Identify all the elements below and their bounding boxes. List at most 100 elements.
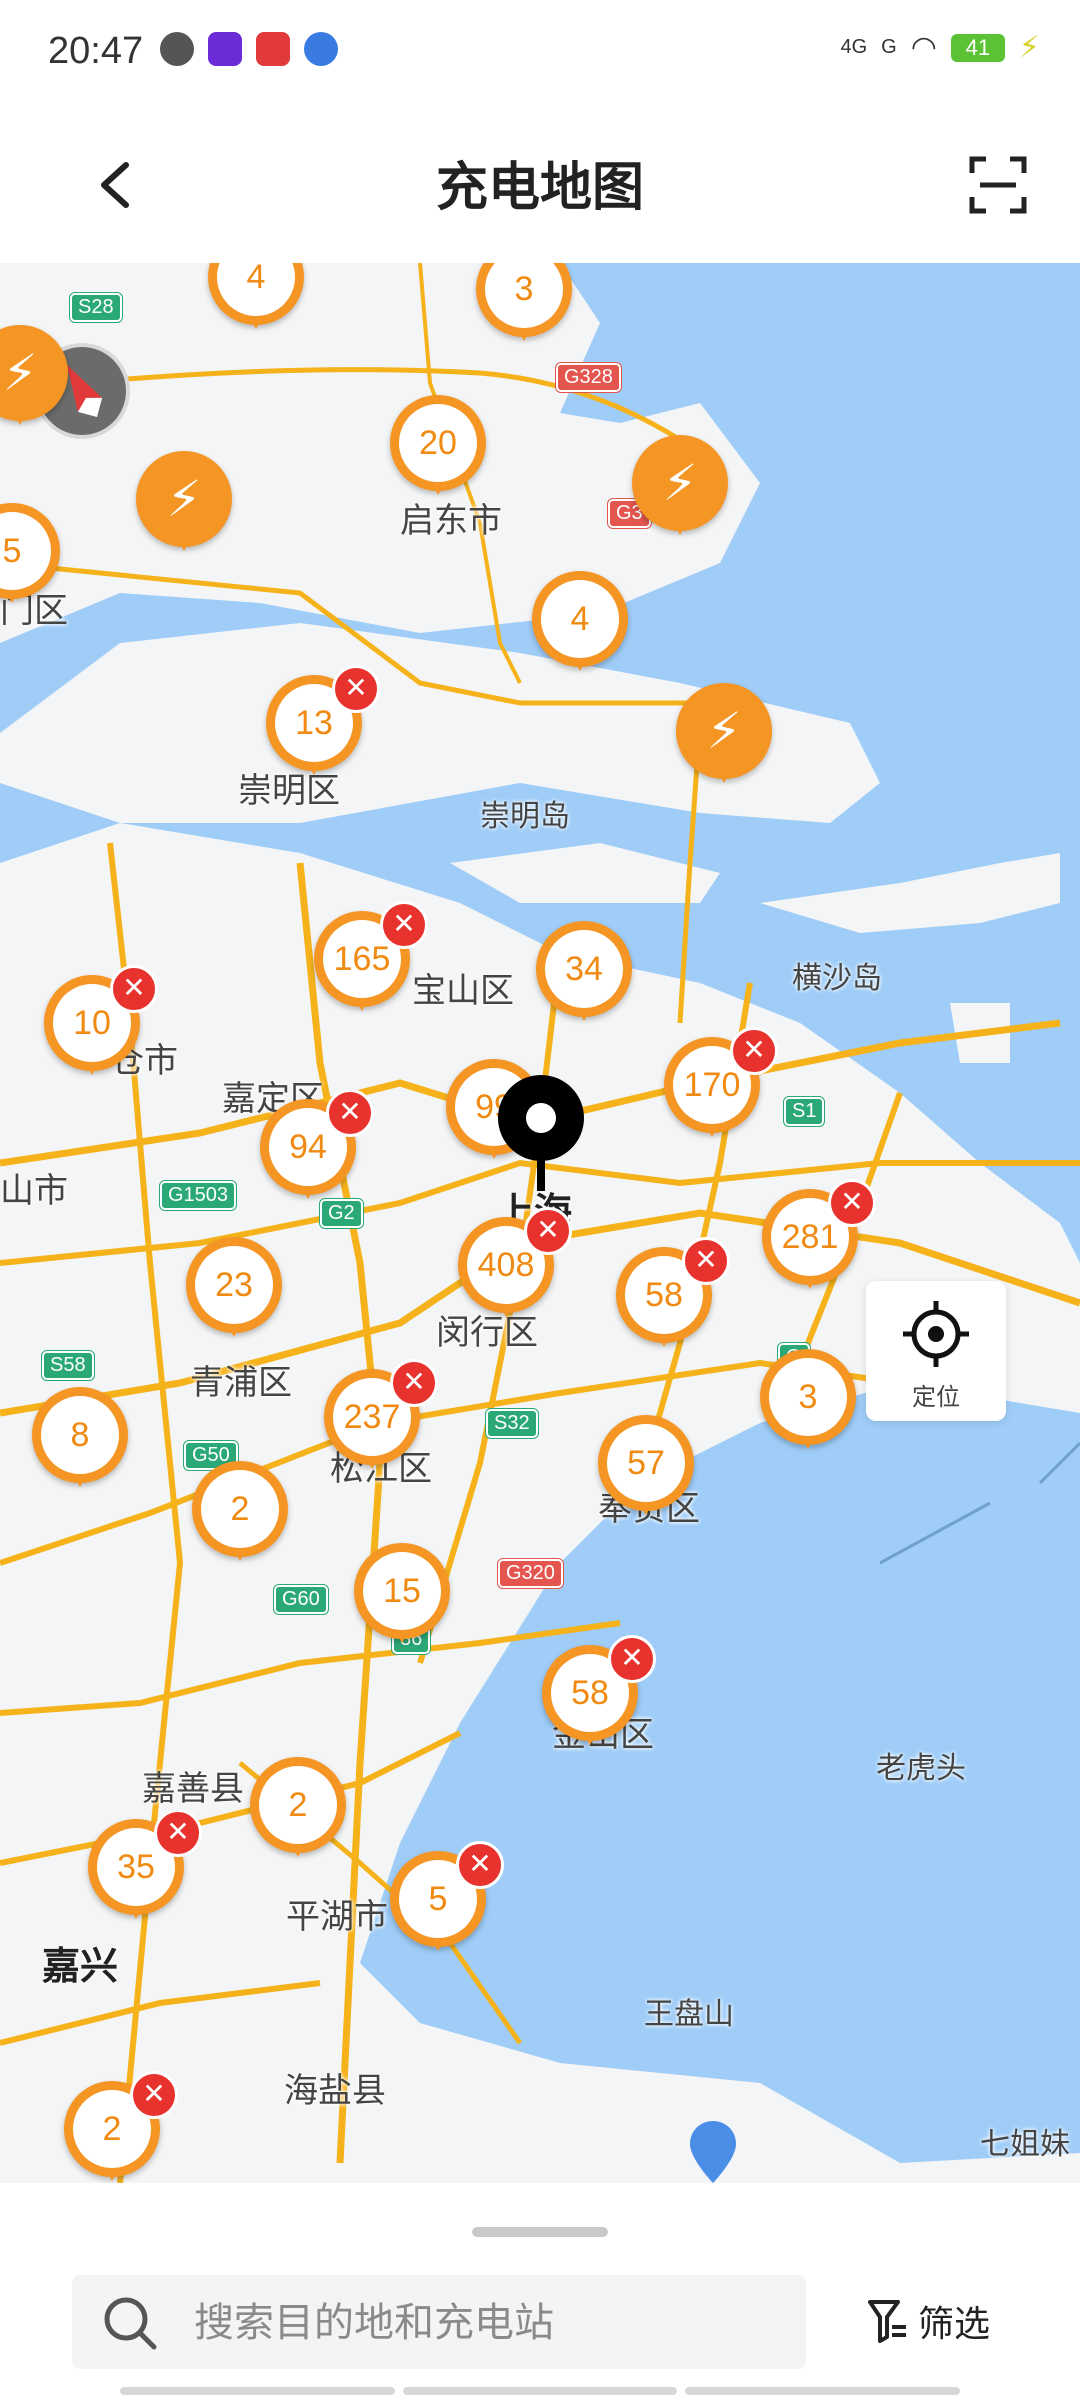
station-cluster-marker[interactable]: 10 ✕ xyxy=(44,965,158,1085)
station-cluster-marker[interactable]: 58 ✕ xyxy=(542,1635,656,1755)
cluster-count: 34 xyxy=(545,930,623,1008)
station-cluster-marker[interactable]: 3 xyxy=(476,263,572,351)
status-bar: 20:47 4G G ◠ 41 ⚡ xyxy=(0,0,1080,105)
crosshair-icon xyxy=(903,1301,969,1367)
closed-badge-icon: ✕ xyxy=(456,1841,504,1889)
closed-badge-icon: ✕ xyxy=(110,965,158,1013)
place-label-qijiemei: 七姐妹 xyxy=(980,2128,1070,2161)
station-cluster-marker[interactable]: 2 xyxy=(192,1461,288,1571)
station-cluster-marker[interactable]: 23 xyxy=(186,1237,282,1347)
closed-badge-icon: ✕ xyxy=(154,1809,202,1857)
cluster-count: 8 xyxy=(41,1396,119,1474)
station-cluster-marker[interactable]: 20 xyxy=(390,395,486,505)
closed-badge-icon: ✕ xyxy=(524,1207,572,1255)
closed-badge-icon: ✕ xyxy=(332,665,380,713)
station-cluster-marker[interactable]: 4 xyxy=(208,263,304,339)
closed-badge-icon: ✕ xyxy=(730,1027,778,1075)
cluster-count: 57 xyxy=(607,1424,685,1502)
closed-badge-icon: ✕ xyxy=(380,901,428,949)
station-cluster-marker[interactable]: 35 ✕ xyxy=(88,1809,202,1929)
place-label-kunshan: 山市 xyxy=(0,1172,68,1210)
browser-app-icon xyxy=(304,32,338,66)
charging-station-marker[interactable]: ⚡ xyxy=(0,325,68,435)
road-shield-s32: S32 xyxy=(486,1409,538,1438)
status-indicators: 4G G ◠ 41 ⚡ xyxy=(840,30,1040,65)
current-location-pin xyxy=(498,1075,584,1191)
station-cluster-marker[interactable]: 170 ✕ xyxy=(664,1027,778,1147)
cluster-count: 2 xyxy=(259,1766,337,1844)
battery-icon: 41 xyxy=(950,33,1005,62)
notification-icons xyxy=(160,32,338,66)
wechat-icon xyxy=(160,32,194,66)
place-label-baoshan: 宝山区 xyxy=(412,972,514,1010)
station-cluster-marker[interactable]: 165 ✕ xyxy=(314,901,428,1021)
filter-icon xyxy=(868,2300,906,2343)
station-cluster-marker[interactable]: 5 xyxy=(0,503,60,613)
signal-4g-icon: 4G xyxy=(840,36,868,58)
search-bar[interactable] xyxy=(72,2275,806,2371)
station-cluster-marker[interactable]: 15 xyxy=(354,1543,450,1653)
station-cluster-marker[interactable]: 281 ✕ xyxy=(762,1179,876,1299)
status-time: 20:47 xyxy=(48,30,144,72)
filter-label: 筛选 xyxy=(918,2303,991,2344)
charging-icon: ⚡ xyxy=(1018,31,1040,64)
video-app-icon xyxy=(208,32,242,66)
station-cluster-marker[interactable]: 408 ✕ xyxy=(458,1207,572,1327)
charging-station-marker[interactable]: ⚡ xyxy=(136,451,232,561)
place-label-hengsha: 横沙岛 xyxy=(792,962,882,995)
place-label-laohutou: 老虎头 xyxy=(876,1752,966,1785)
locate-label: 定位 xyxy=(912,1384,960,1411)
bottom-panel: 筛选 xyxy=(0,2183,1080,2400)
scan-icon[interactable] xyxy=(968,155,1028,215)
search-icon xyxy=(104,2297,157,2350)
cluster-count: 3 xyxy=(769,1358,847,1436)
map-pin-icon[interactable] xyxy=(690,2121,736,2183)
cluster-count: 20 xyxy=(399,404,477,482)
place-label-haiyan: 海盐县 xyxy=(284,2072,386,2110)
road-shield-g60: G60 xyxy=(274,1585,328,1614)
filter-button[interactable]: 筛选 xyxy=(868,2289,990,2353)
place-label-qingpu: 青浦区 xyxy=(190,1364,292,1402)
station-cluster-marker[interactable]: 2 ✕ xyxy=(64,2071,178,2183)
station-cluster-marker[interactable]: 4 xyxy=(532,571,628,681)
road-shield-s28: S28 xyxy=(70,293,122,322)
place-label-pinghu: 平湖市 xyxy=(286,1898,388,1936)
page-title: 充电地图 xyxy=(435,159,644,217)
station-cluster-marker[interactable]: 58 ✕ xyxy=(616,1237,730,1357)
closed-badge-icon: ✕ xyxy=(390,1359,438,1407)
closed-badge-icon: ✕ xyxy=(828,1179,876,1227)
charging-map[interactable]: 启东市 崇明区 崇明岛 横沙岛 宝山区 嘉定区 上海 闵行区 青浦区 松江区 奉… xyxy=(0,263,1080,2183)
station-cluster-marker[interactable]: 2 xyxy=(250,1757,346,1867)
cluster-count: 4 xyxy=(541,580,619,658)
place-label-jiashan: 嘉善县 xyxy=(142,1770,244,1808)
station-cluster-marker[interactable]: 5 ✕ xyxy=(390,1841,504,1961)
search-input[interactable] xyxy=(192,2275,786,2371)
charging-station-marker[interactable]: ⚡ xyxy=(676,683,772,793)
charging-station-marker[interactable]: ⚡ xyxy=(632,435,728,545)
road-shield-s1: S1 xyxy=(784,1097,825,1126)
station-cluster-marker[interactable]: 94 ✕ xyxy=(260,1089,374,1209)
station-cluster-marker[interactable]: 13 ✕ xyxy=(266,665,380,785)
app-header: 充电地图 xyxy=(0,105,1080,263)
place-label-jiaxing: 嘉兴 xyxy=(42,1946,119,1988)
road-shield-s58: S58 xyxy=(42,1351,94,1380)
road-shield-g1503: G1503 xyxy=(160,1181,237,1210)
station-cluster-marker[interactable]: 3 xyxy=(760,1349,856,1459)
station-cluster-marker[interactable]: 34 xyxy=(536,921,632,1031)
cluster-count: 2 xyxy=(201,1470,279,1548)
wifi-icon: ◠ xyxy=(910,31,937,64)
station-cluster-marker[interactable]: 57 xyxy=(598,1415,694,1525)
drag-handle[interactable] xyxy=(472,2227,608,2237)
cluster-count: 23 xyxy=(195,1246,273,1324)
closed-badge-icon: ✕ xyxy=(682,1237,730,1285)
signal-g-icon: G xyxy=(881,36,897,58)
road-shield-g320: G320 xyxy=(498,1559,563,1588)
gesture-bar xyxy=(120,2387,961,2395)
locate-button[interactable]: 定位 xyxy=(866,1281,1006,1421)
station-cluster-marker[interactable]: 237 ✕ xyxy=(324,1359,438,1479)
closed-badge-icon: ✕ xyxy=(130,2071,178,2119)
place-label-wangpan: 王盘山 xyxy=(644,1998,734,2031)
game-app-icon xyxy=(256,32,290,66)
closed-badge-icon: ✕ xyxy=(608,1635,656,1683)
station-cluster-marker[interactable]: 8 xyxy=(32,1387,128,1497)
